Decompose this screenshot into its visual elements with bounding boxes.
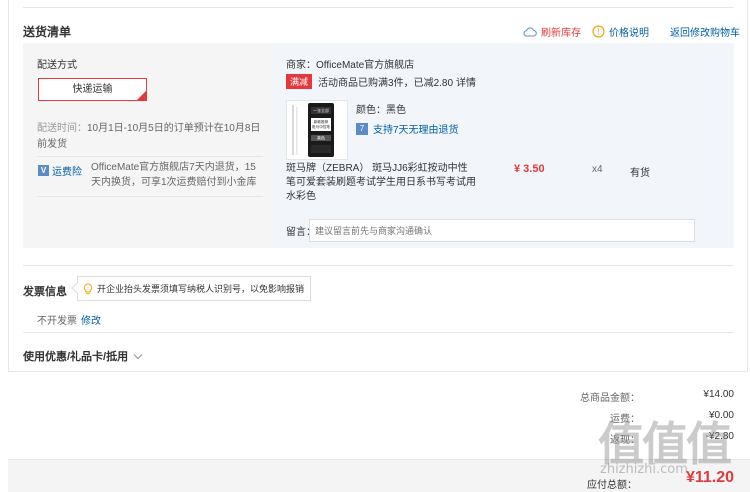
shipping-option-label: 快递运输 (72, 84, 113, 95)
return-service[interactable]: 7 支持7天无理由退货 (356, 121, 459, 136)
cloud-refresh-icon (523, 27, 537, 37)
shop-name-value: OfficeMate官方旗舰店 (316, 60, 415, 71)
coupon-title: 使用优惠/礼品卡/抵用 (23, 351, 129, 363)
product-color: 颜色：黑色 (356, 101, 406, 116)
price-note-link[interactable]: ! 价格说明 (592, 24, 649, 39)
invoice-edit-link[interactable]: 修改 (81, 316, 101, 327)
refresh-stock-label: 刷新库存 (541, 28, 581, 39)
freight-insurance-badge[interactable]: V 运费险 (38, 163, 82, 178)
watermark-text: zhizhizhi.com (600, 462, 688, 477)
product-name-link[interactable]: 斑马牌（ZEBRA） 斑马JJ6彩虹按动中性笔可爱套装刷题考试学生用日系书写考试… (286, 162, 476, 204)
promo-row: 满减 活动商品已购满3件，已减2.80 详情 (286, 74, 476, 89)
product-quantity: x4 (592, 164, 603, 175)
invoice-tip: 开企业抬头发票须填写纳税人识别号，以免影响报销 (71, 276, 312, 301)
back-to-cart-link[interactable]: 返回修改购物车 (670, 24, 740, 39)
shipping-time-label: 配送时间： (37, 123, 87, 134)
shop-name: 商家：OfficeMate官方旗舰店 (286, 56, 414, 71)
invoice-value-text: 不开发票 (37, 316, 77, 327)
invoice-value: 不开发票 修改 (37, 312, 101, 327)
freight-insurance-icon: V (38, 165, 49, 176)
return-service-icon: 7 (356, 122, 368, 135)
product-image-line: 黑色 (317, 135, 325, 141)
message-input[interactable] (309, 219, 695, 242)
divider (37, 196, 263, 197)
payable-label: 应付总额： (587, 480, 637, 491)
product-stock-status: 有货 (630, 168, 650, 179)
promo-text: 活动商品已购满3件，已减2.80 (318, 78, 454, 89)
promo-detail-link[interactable]: 详情 (456, 74, 476, 89)
chevron-down-icon (133, 353, 143, 360)
shipping-time: 配送时间：10月1日-10月5日的订单预计在10月8日前发货 (37, 121, 267, 153)
refresh-stock-link[interactable]: 刷新库存 (523, 24, 581, 39)
product-price: ¥ 3.50 (514, 163, 545, 175)
return-service-label: 支持7天无理由退货 (373, 125, 459, 136)
product-image-line: 一张全部 (313, 107, 329, 113)
shipping-method-label: 配送方式 (37, 60, 77, 71)
goods-total-label: 总商品金额： (580, 393, 640, 404)
section-title: 送货清单 (23, 25, 72, 39)
selected-corner-icon (137, 91, 146, 100)
product-color-label: 颜色： (356, 105, 386, 116)
goods-total-value: ¥14.00 (703, 389, 734, 400)
invoice-title: 发票信息 (23, 286, 67, 298)
divider (23, 265, 734, 266)
lightbulb-icon (83, 282, 93, 295)
watermark-logo: 值值值 (598, 417, 732, 471)
product-image-line: 斑马中性笔 (312, 124, 330, 129)
top-divider (23, 7, 734, 8)
price-note-label: 价格说明 (609, 28, 649, 39)
promo-tag: 满减 (286, 74, 313, 89)
shipping-option-express[interactable]: 快递运输 (38, 78, 147, 101)
invoice-tip-text: 开企业抬头发票须填写纳税人识别号，以免影响报销 (97, 284, 305, 294)
freight-insurance-label: 运费险 (52, 167, 82, 178)
svg-text:!: ! (597, 28, 600, 37)
divider (23, 332, 734, 333)
coupon-toggle[interactable]: 使用优惠/礼品卡/抵用 (23, 348, 143, 364)
product-image-line: 新款推荐 (314, 119, 329, 124)
divider (37, 156, 263, 157)
info-icon: ! (592, 25, 605, 38)
product-image[interactable]: 一张全部 新款推荐 斑马中性笔 黑色 (286, 100, 348, 160)
product-color-value: 黑色 (386, 105, 406, 116)
shop-label: 商家： (286, 60, 316, 71)
freight-insurance-text: OfficeMate官方旗舰店7天内退货，15天内换货，可享1次运费赔付到小金库 (91, 162, 257, 188)
